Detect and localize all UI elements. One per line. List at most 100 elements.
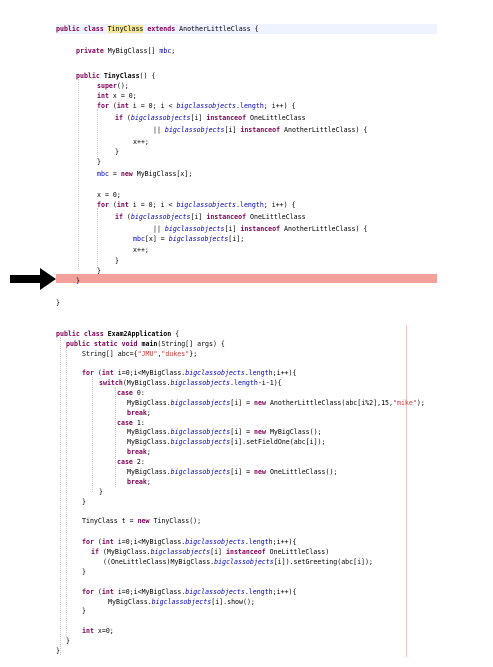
code-token: 0: [132, 389, 145, 397]
code-token: public [66, 340, 90, 348]
code-line: mbc[x] = bigclassobjects[i]; [133, 234, 244, 244]
code-token: AnotherLittleClass) { [280, 225, 368, 233]
code-token: mbc [133, 235, 145, 243]
code-token: [i] [190, 114, 207, 122]
code-line: MyBigClass.bigclassobjects[i].show(); [108, 597, 255, 607]
code-line: } [82, 497, 86, 507]
code-token: 1: [132, 419, 145, 427]
code-token: AnotherLittleClass { [175, 25, 259, 33]
code-token: -i-1){ [257, 379, 282, 387]
code-line: } [97, 157, 101, 167]
code-line: public static void main(String[] args) { [66, 339, 225, 349]
code-line: case 0: [117, 388, 145, 398]
code-token: || [153, 126, 165, 134]
code-token: bigclassobjects [151, 598, 212, 606]
code-token: bigclassobjects [176, 102, 236, 110]
code-line: } [99, 487, 103, 497]
code-token: for [82, 538, 94, 546]
code-token: } [66, 637, 70, 645]
code-token: bigclassobjects [170, 468, 231, 476]
code-token: ( [108, 201, 117, 209]
code-token: String[] abc={ [82, 350, 138, 358]
code-token: ); [416, 399, 425, 407]
code-token: ( [93, 369, 102, 377]
code-token: x = 0; [97, 191, 121, 199]
code-token: instanceof [206, 213, 247, 221]
code-token: bigclassobjects [170, 428, 231, 436]
code-token: MyBigClass. [127, 399, 171, 407]
indent-guide [60, 337, 61, 655]
code-token: length [239, 102, 264, 110]
code-token: case [117, 419, 133, 427]
code-token: MyBigClass. [108, 598, 152, 606]
code-token: int [116, 201, 129, 209]
code-token: } [56, 647, 60, 655]
code-token: = [108, 170, 121, 178]
code-token: } [115, 148, 119, 156]
code-token: ( [93, 588, 102, 596]
code-line: x = 0; [97, 190, 121, 200]
code-token: bigclassobjects [214, 558, 274, 566]
code-token: for [82, 588, 94, 596]
code-token: [i] [210, 548, 226, 556]
code-token: case [117, 389, 133, 397]
code-token: instanceof [240, 126, 281, 134]
code-token: instanceof [206, 114, 247, 122]
code-line: x++; [133, 137, 149, 147]
code-token: bigclassobjects [150, 548, 211, 556]
code-token: (String[] args) { [157, 340, 225, 348]
code-token: super [97, 82, 117, 90]
code-token: void [121, 340, 138, 348]
code-token: new [137, 517, 150, 525]
code-token: class [83, 25, 104, 33]
code-token: TinyClass(); [149, 517, 202, 525]
code-line: if (bigclassobjects[i] instanceof OneLit… [115, 212, 306, 222]
code-token: switch [99, 379, 123, 387]
code-token: for [97, 102, 109, 110]
code-line: } [115, 256, 119, 266]
code-token: ; [146, 409, 151, 417]
code-token: if [115, 114, 123, 122]
code-line: for (int i=0;i<MyBigClass.bigclassobject… [82, 368, 296, 378]
code-token: case [117, 458, 133, 466]
code-token: main [141, 340, 158, 348]
code-token: [i] [190, 213, 207, 221]
code-token: [i] [224, 225, 241, 233]
code-token: bigclassobjects [185, 538, 245, 546]
code-line: } [56, 646, 60, 656]
code-token: [i] = [230, 468, 255, 476]
code-token: i=0;i<MyBigClass. [113, 369, 186, 377]
code-token: int [101, 369, 114, 377]
code-token: 2: [132, 458, 145, 466]
code-token: bigclassobjects [164, 225, 225, 233]
code-line: public class Exam2Application { [56, 329, 179, 339]
code-token: public [56, 330, 80, 338]
code-token: OneLittleClass [246, 114, 306, 122]
code-line: break; [127, 408, 151, 418]
code-token: TinyClass [107, 25, 144, 33]
code-token: ; i++) { [263, 102, 296, 110]
code-token: [i].setFieldOne(abc[i]); [230, 438, 326, 446]
code-token: x=0; [93, 627, 114, 635]
code-token: [i].show(); [211, 598, 255, 606]
highlighted-line [56, 274, 437, 283]
code-token: } [82, 568, 86, 576]
code-token: "mike" [393, 399, 417, 407]
code-token: ; [146, 448, 151, 456]
code-line: } [56, 298, 60, 308]
code-token: MyBigClass. [127, 438, 171, 446]
code-token: [i] [224, 126, 241, 134]
code-token: [x] = [144, 235, 169, 243]
code-token: bigclassobjects [168, 235, 229, 243]
code-token: ;i++){ [272, 588, 297, 596]
code-line: break; [127, 477, 151, 487]
code-token: public [56, 25, 80, 33]
code-line: x++; [133, 245, 149, 255]
print-margin [406, 325, 407, 657]
code-token: ; [146, 478, 151, 486]
code-token: AnotherLittleClass) { [280, 126, 368, 134]
code-token: break [127, 409, 147, 417]
code-token: MyBigClass[] [103, 47, 160, 55]
code-token: ( [122, 213, 131, 221]
code-token: extends [147, 25, 176, 33]
